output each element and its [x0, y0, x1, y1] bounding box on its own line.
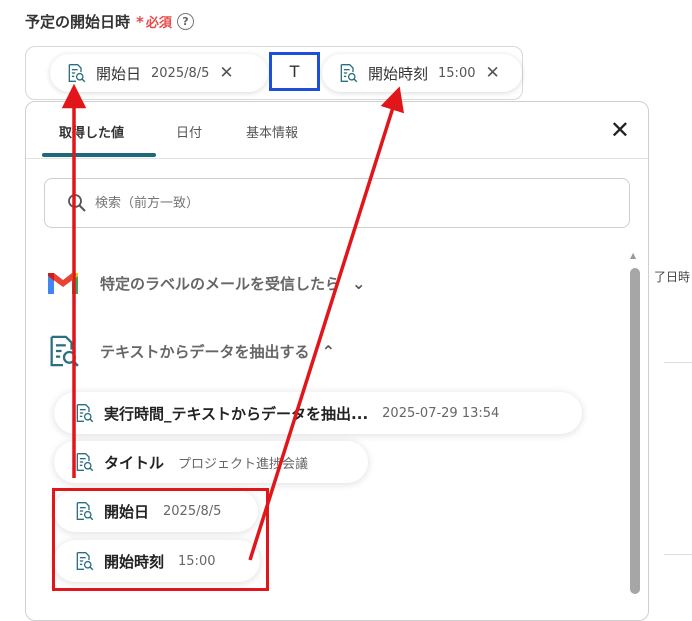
annotation-highlight-box	[52, 488, 269, 591]
required-star: *	[136, 12, 144, 31]
section-extract-data[interactable]: テキストからデータを抽出する ⌃	[46, 334, 335, 368]
search-icon	[68, 194, 86, 212]
chevron-up-icon[interactable]: ⌃	[322, 342, 335, 361]
field-label: 予定の開始日時 * 必須 ?	[25, 11, 194, 32]
chip-start-time[interactable]: 開始時刻 15:00 ✕	[322, 54, 522, 92]
scroll-up-arrow-icon[interactable]: ▲	[630, 251, 636, 260]
background-label: 了日時	[654, 270, 691, 284]
section-title: テキストからデータを抽出する	[100, 342, 310, 361]
document-search-icon	[338, 63, 358, 83]
tab-acquired-values[interactable]: 取得した値	[59, 122, 124, 141]
search-box[interactable]	[44, 178, 630, 228]
gmail-icon	[48, 273, 78, 294]
search-input[interactable]	[93, 194, 577, 212]
document-search-icon	[46, 334, 80, 368]
chip-value: 2025/8/5	[151, 65, 210, 81]
help-icon[interactable]: ?	[176, 13, 194, 30]
scrollbar[interactable]	[630, 268, 640, 594]
chip-value: 15:00	[438, 65, 476, 81]
chip-label: 開始時刻	[368, 64, 429, 83]
text-character-t[interactable]: T	[269, 52, 320, 91]
tab-basic-info[interactable]: 基本情報	[246, 122, 298, 141]
document-search-icon	[66, 63, 86, 83]
item-name: タイトル	[104, 453, 165, 472]
chip-label: 開始日	[96, 64, 142, 83]
document-search-icon	[74, 452, 94, 472]
chevron-down-icon[interactable]: ⌄	[352, 274, 365, 293]
item-value: 2025-07-29 13:54	[382, 405, 500, 421]
divider	[664, 362, 692, 363]
active-tab-indicator	[42, 153, 156, 157]
chip-start-date[interactable]: 開始日 2025/8/5 ✕	[50, 54, 268, 92]
tab-date[interactable]: 日付	[176, 122, 202, 141]
section-gmail-trigger[interactable]: 特定のラベルのメールを受信したら ⌄	[46, 270, 365, 296]
close-icon[interactable]: ✕	[610, 118, 630, 142]
chip-remove-icon[interactable]: ✕	[485, 63, 499, 83]
item-value: プロジェクト進捗会議	[178, 456, 309, 472]
chip-remove-icon[interactable]: ✕	[219, 63, 233, 83]
field-label-text: 予定の開始日時	[25, 13, 131, 31]
list-item[interactable]: タイトル プロジェクト進捗会議	[54, 441, 368, 483]
list-item[interactable]: 実行時間_テキストからデータを抽出... 2025-07-29 13:54	[54, 392, 582, 434]
tab-bar: 取得した値 日付 基本情報 ✕	[26, 102, 648, 159]
item-name: 実行時間_テキストからデータを抽出...	[104, 404, 369, 423]
section-title: 特定のラベルのメールを受信したら	[100, 274, 341, 293]
document-search-icon	[74, 403, 94, 423]
required-text: 必須	[145, 16, 172, 31]
divider	[664, 554, 692, 555]
